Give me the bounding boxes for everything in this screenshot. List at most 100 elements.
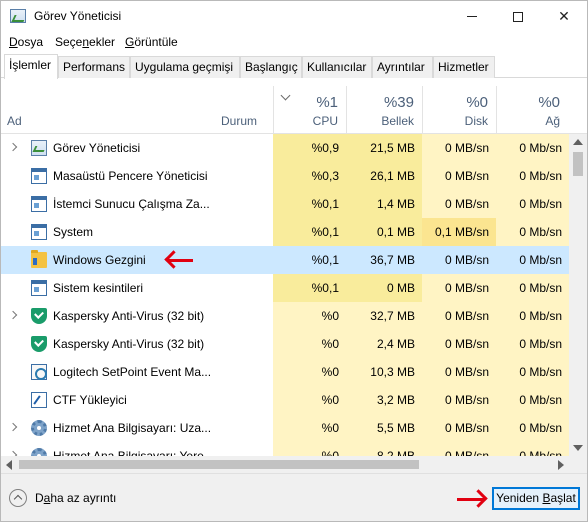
memory-value: 21,5 MB [346,134,422,162]
process-row[interactable]: Hizmet Ana Bilgisayarı: Uza... %0 5,5 MB 0 … [1,414,569,442]
ctf-icon [31,392,47,408]
menu-view[interactable]: Görüntüle [125,35,178,49]
menu-bar: Dosya Seçenekler Görüntüle [1,32,587,52]
cpu-value: %0,1 [273,218,346,246]
scroll-left-icon[interactable] [6,460,12,470]
restart-button[interactable]: Yeniden Başlat [492,487,580,510]
scroll-down-icon[interactable] [573,445,583,451]
column-cpu[interactable]: %1 CPU [273,86,346,134]
scroll-thumb[interactable] [573,152,583,176]
scroll-corner [569,456,587,473]
tab-app-history[interactable]: Uygulama geçmişi [130,56,240,78]
cpu-value: %0,1 [311,253,339,267]
vertical-scrollbar[interactable] [569,134,587,456]
memory-value: 10,3 MB [346,358,422,386]
memory-value: 26,1 MB [346,162,422,190]
expand-chevron-icon[interactable] [8,310,18,320]
expand-chevron-icon[interactable] [8,142,18,152]
tab-users[interactable]: Kullanıcılar [302,56,372,78]
tab-strip: İşlemler Performans Uygulama geçmişi Baş… [1,54,587,79]
process-name: Görev Yöneticisi [53,141,141,155]
maximize-icon [513,11,523,22]
process-row[interactable]: System %0,1 0,1 MB 0,1 MB/sn 0 Mb/sn [1,218,569,246]
memory-value: 36,7 MB [370,253,415,267]
process-row[interactable]: Masaüstü Pencere Yöneticisi %0,3 26,1 MB 0 … [1,162,569,190]
process-row[interactable]: İstemci Sunucu Çalışma Za... %0,1 1,4 MB 0 … [1,190,569,218]
process-name: Masaüstü Pencere Yöneticisi [53,169,208,183]
memory-value: 8,2 MB [346,442,422,456]
window-app-icon [31,196,47,212]
maximize-button[interactable] [495,1,541,32]
chevron-up-circle-icon [9,489,27,507]
tab-performance[interactable]: Performans [58,56,130,78]
network-value: 0 Mb/sn [496,386,569,414]
disk-value: 0 MB/sn [422,162,496,190]
process-row[interactable]: Kaspersky Anti-Virus (32 bit) %0 2,4 MB 0 M… [1,330,569,358]
task-manager-icon [10,9,26,23]
process-name: İstemci Sunucu Çalışma Za... [53,197,210,211]
cpu-value: %0 [273,302,346,330]
memory-value: 5,5 MB [346,414,422,442]
memory-value: 3,2 MB [346,386,422,414]
title-bar[interactable]: Görev Yöneticisi ✕ [1,1,587,32]
disk-value: 0 MB/sn [444,253,489,267]
disk-value: 0 MB/sn [422,190,496,218]
close-icon: ✕ [558,8,570,24]
tab-details[interactable]: Ayrıntılar [372,56,433,78]
window-app-icon [31,280,47,296]
annotation-arrow-left-icon [167,259,193,262]
tab-startup[interactable]: Başlangıç [240,56,302,78]
process-row[interactable]: Logitech SetPoint Event Ma... %0 10,3 MB 0 … [1,358,569,386]
column-disk[interactable]: %0 Disk [422,86,496,134]
fewer-details-button[interactable]: Daha az ayrıntı [9,488,116,508]
process-row[interactable]: Kaspersky Anti-Virus (32 bit) %0 32,7 MB 0 … [1,302,569,330]
process-row[interactable]: Windows Gezgini %0,1 36,7 MB 0 MB/sn 0 Mb/sn [1,246,569,274]
process-row[interactable]: CTF Yükleyici %0 3,2 MB 0 MB/sn 0 Mb/sn [1,386,569,414]
cpu-value: %0 [273,442,346,456]
column-network[interactable]: %0 Ağ [496,86,568,134]
network-value: 0 Mb/sn [496,302,569,330]
column-memory[interactable]: %39 Bellek [346,86,422,134]
minimize-icon [467,16,477,17]
scroll-right-icon[interactable] [558,460,564,470]
disk-value: 0 MB/sn [422,302,496,330]
menu-file[interactable]: Dosya [9,35,43,49]
column-status[interactable]: Durum [215,86,273,134]
disk-value: 0 MB/sn [422,330,496,358]
cpu-value: %0,1 [273,190,346,218]
process-row[interactable]: Sistem kesintileri %0,1 0 MB 0 MB/sn 0 Mb/sn [1,274,569,302]
process-list: Görev Yöneticisi %0,9 21,5 MB 0 MB/sn 0 Mb/s… [1,134,569,456]
horizontal-scrollbar[interactable] [1,456,569,473]
network-value: 0 Mb/sn [496,190,569,218]
task-manager-icon [31,140,47,156]
footer-bar: Daha az ayrıntı Yeniden Başlat [1,473,587,521]
cpu-value: %0 [273,358,346,386]
disk-value: 0 MB/sn [422,442,496,456]
menu-options[interactable]: Seçenekler [55,35,115,49]
network-value: 0 Mb/sn [496,358,569,386]
process-row[interactable]: Hizmet Ana Bilgisayarı: Yere... %0 8,2 MB 0… [1,442,569,456]
memory-value: 32,7 MB [346,302,422,330]
memory-value: 0 MB [346,274,422,302]
memory-value: 0,1 MB [346,218,422,246]
process-name: System [53,225,94,239]
disk-value: 0 MB/sn [422,358,496,386]
folder-icon [31,250,47,268]
close-button[interactable]: ✕ [541,1,587,32]
disk-value: 0 MB/sn [422,134,496,162]
network-value: 0 Mb/sn [496,414,569,442]
minimize-button[interactable] [449,1,495,32]
column-name[interactable]: Ad [1,86,215,134]
shield-icon [31,308,47,324]
process-row[interactable]: Görev Yöneticisi %0,9 21,5 MB 0 MB/sn 0 Mb/s… [1,134,569,162]
tab-processes[interactable]: İşlemler [4,54,58,79]
task-manager-window: Görev Yöneticisi ✕ Dosya Seçenekler Görü… [0,0,588,522]
disk-value: 0 MB/sn [422,274,496,302]
expand-chevron-icon[interactable] [8,422,18,432]
window-app-icon [31,224,47,240]
tab-services[interactable]: Hizmetler [433,56,495,78]
process-name: Hizmet Ana Bilgisayarı: Uza... [53,421,212,435]
scroll-up-icon[interactable] [573,139,583,145]
hscroll-thumb[interactable] [19,460,419,469]
window-title: Görev Yöneticisi [34,9,122,23]
